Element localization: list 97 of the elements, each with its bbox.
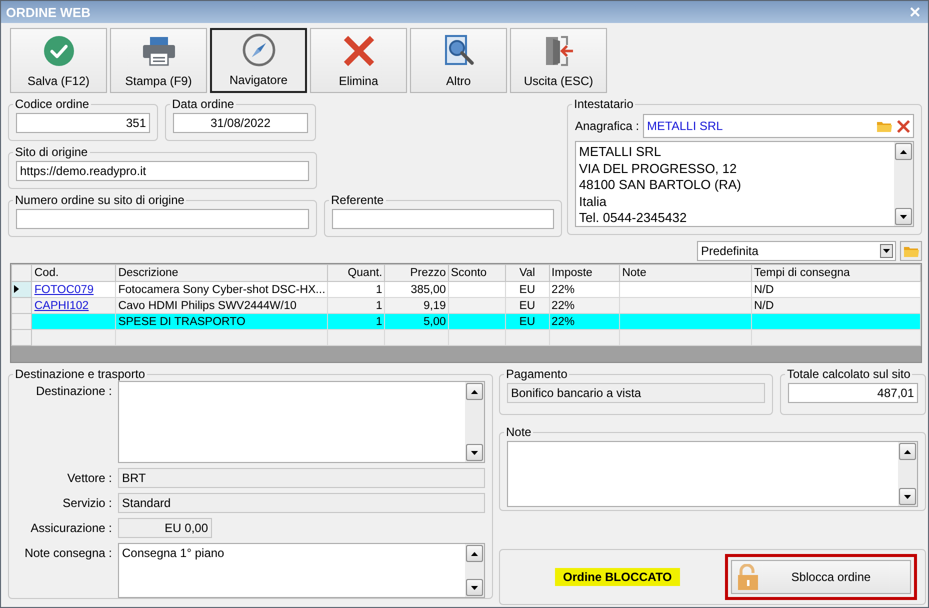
printer-icon — [142, 36, 176, 66]
column-header[interactable]: Prezzo — [384, 264, 448, 282]
payment-field: Bonifico bancario a vista — [507, 383, 765, 403]
folder-icon — [904, 246, 918, 256]
group-title: Referente — [330, 193, 385, 207]
toolbar-button[interactable]: Navigatore — [210, 28, 307, 93]
scroll-down-button[interactable] — [899, 488, 916, 505]
book-search-icon — [442, 34, 474, 68]
scroll-down-button[interactable] — [466, 579, 483, 596]
field-label: Note consegna : — [24, 545, 112, 560]
down-triangle-icon — [900, 214, 907, 218]
column-header[interactable]: Descrizione — [116, 264, 328, 282]
down-triangle-icon — [471, 450, 478, 454]
table-cell: N/D — [754, 284, 774, 296]
address-box[interactable]: METALLI SRL VIA DEL PROGRESSO, 12 48100 SAN BARTOLO (RA) Italia Tel. 0544-2345432 — [575, 141, 914, 227]
group-title: Intestatario — [573, 97, 634, 111]
current-row-icon — [14, 284, 19, 292]
scroll-down-button[interactable] — [895, 208, 912, 225]
down-triangle-icon — [904, 494, 911, 498]
service-field: Standard — [118, 493, 485, 513]
field-label: Vettore : — [66, 470, 112, 485]
group-title: Totale calcolato sul sito — [786, 367, 912, 381]
table-cell: N/D — [754, 300, 774, 312]
customer-name: METALLI SRL — [647, 119, 723, 133]
field-label: Anagrafica : — [575, 119, 640, 133]
table-cell: 22% — [552, 284, 575, 296]
field-label: Servizio : — [62, 495, 112, 510]
customer-field[interactable]: METALLI SRL — [643, 114, 914, 138]
toolbar-button[interactable]: Uscita (ESC) — [510, 28, 607, 93]
group-title: Codice ordine — [14, 97, 90, 111]
table-cell: 9,19 — [423, 300, 446, 312]
delivery-notes-text: Consegna 1° piano — [121, 545, 226, 562]
table-cell: 1 — [376, 300, 382, 312]
group-title: Numero ordine su sito di origine — [14, 193, 186, 207]
scroll-down-button[interactable] — [466, 444, 483, 461]
order-date-field[interactable]: 31/08/2022 — [173, 113, 308, 133]
up-triangle-icon — [471, 552, 478, 556]
scroll-up-button[interactable] — [466, 383, 483, 400]
notes-field[interactable] — [507, 441, 918, 507]
table-row[interactable]: CAPHI102 Cavo HDMI Philips SWV2444W/10 1 9,19 EU 22% N/D — [12, 298, 920, 314]
table-cell: SPESE DI TRASPORTO — [118, 316, 246, 328]
locked-badge: Ordine BLOCCATO — [555, 568, 680, 586]
total-field[interactable]: 487,01 — [788, 383, 918, 403]
destination-field[interactable] — [118, 381, 485, 463]
group-title: Destinazione e trasporto — [14, 367, 146, 381]
table-cell: 22% — [552, 316, 575, 328]
layout-dropdown[interactable]: Predefinita — [697, 241, 896, 261]
field-label: Assicurazione : — [30, 520, 112, 535]
table-cell: 5,00 — [423, 316, 446, 328]
table-cell: 1 — [376, 316, 382, 328]
column-header[interactable]: Quant. — [328, 264, 385, 282]
order-number-field[interactable] — [16, 209, 309, 229]
column-header[interactable]: Tempi di consegna — [751, 264, 920, 282]
carrier-field: BRT — [118, 468, 485, 488]
toolbar-button[interactable]: Salva (F12) — [10, 28, 107, 93]
up-triangle-icon — [904, 450, 911, 454]
scroll-up-button[interactable] — [466, 545, 483, 562]
contact-field[interactable] — [332, 209, 554, 229]
table-cell: 22% — [552, 300, 575, 312]
column-header[interactable]: Note — [620, 264, 752, 282]
table-cell: Cavo HDMI Philips SWV2444W/10 — [118, 300, 297, 312]
padlock-icon — [738, 564, 758, 590]
table-cell: 385,00 — [410, 284, 446, 296]
group-title: Sito di origine — [14, 145, 89, 159]
compass-icon — [242, 33, 276, 67]
table-cell: Fotocamera Sony Cyber-shot DSC-HX... — [118, 284, 326, 296]
delivery-notes-field[interactable]: Consegna 1° piano — [118, 543, 485, 598]
column-header[interactable]: Sconto — [448, 264, 506, 282]
checkmark-icon — [42, 35, 74, 67]
delete-icon — [342, 35, 374, 67]
toolbar-button[interactable]: Altro — [410, 28, 507, 93]
column-header[interactable]: Imposte — [549, 264, 620, 282]
toolbar-button[interactable]: Stampa (F9) — [110, 28, 207, 93]
table-cell: EU — [519, 284, 536, 296]
window-title: ORDINE WEB — [6, 4, 90, 20]
scroll-up-button[interactable] — [895, 143, 912, 160]
origin-site-field[interactable]: https://demo.readypro.it — [16, 161, 309, 181]
insurance-field: EU 0,00 — [118, 518, 212, 538]
scroll-up-button[interactable] — [899, 443, 916, 460]
down-triangle-icon — [471, 586, 478, 590]
group-title: Pagamento — [505, 367, 568, 381]
column-header[interactable]: Cod. — [32, 264, 116, 282]
address-text: METALLI SRL VIA DEL PROGRESSO, 12 48100 SAN BARTOLO (RA) Italia Tel. 0544-2345432 — [578, 143, 742, 226]
table-cell: EU — [519, 300, 536, 312]
group-title: Note — [505, 425, 532, 439]
unlock-button[interactable]: Sblocca ordine — [731, 560, 911, 594]
table-cell: 1 — [376, 284, 382, 296]
column-header[interactable]: Val — [505, 264, 550, 282]
table-cell: EU — [519, 316, 536, 328]
toolbar-button[interactable]: Elimina — [310, 28, 407, 93]
field-label: Destinazione : — [34, 383, 112, 398]
table-row[interactable]: SPESE DI TRASPORTO 1 5,00 EU 22% — [12, 314, 920, 330]
group-title: Data ordine — [171, 97, 236, 111]
up-triangle-icon — [471, 390, 478, 394]
up-triangle-icon — [900, 150, 907, 154]
clear-icon[interactable] — [897, 120, 910, 132]
order-code-field[interactable]: 351 — [16, 113, 150, 133]
